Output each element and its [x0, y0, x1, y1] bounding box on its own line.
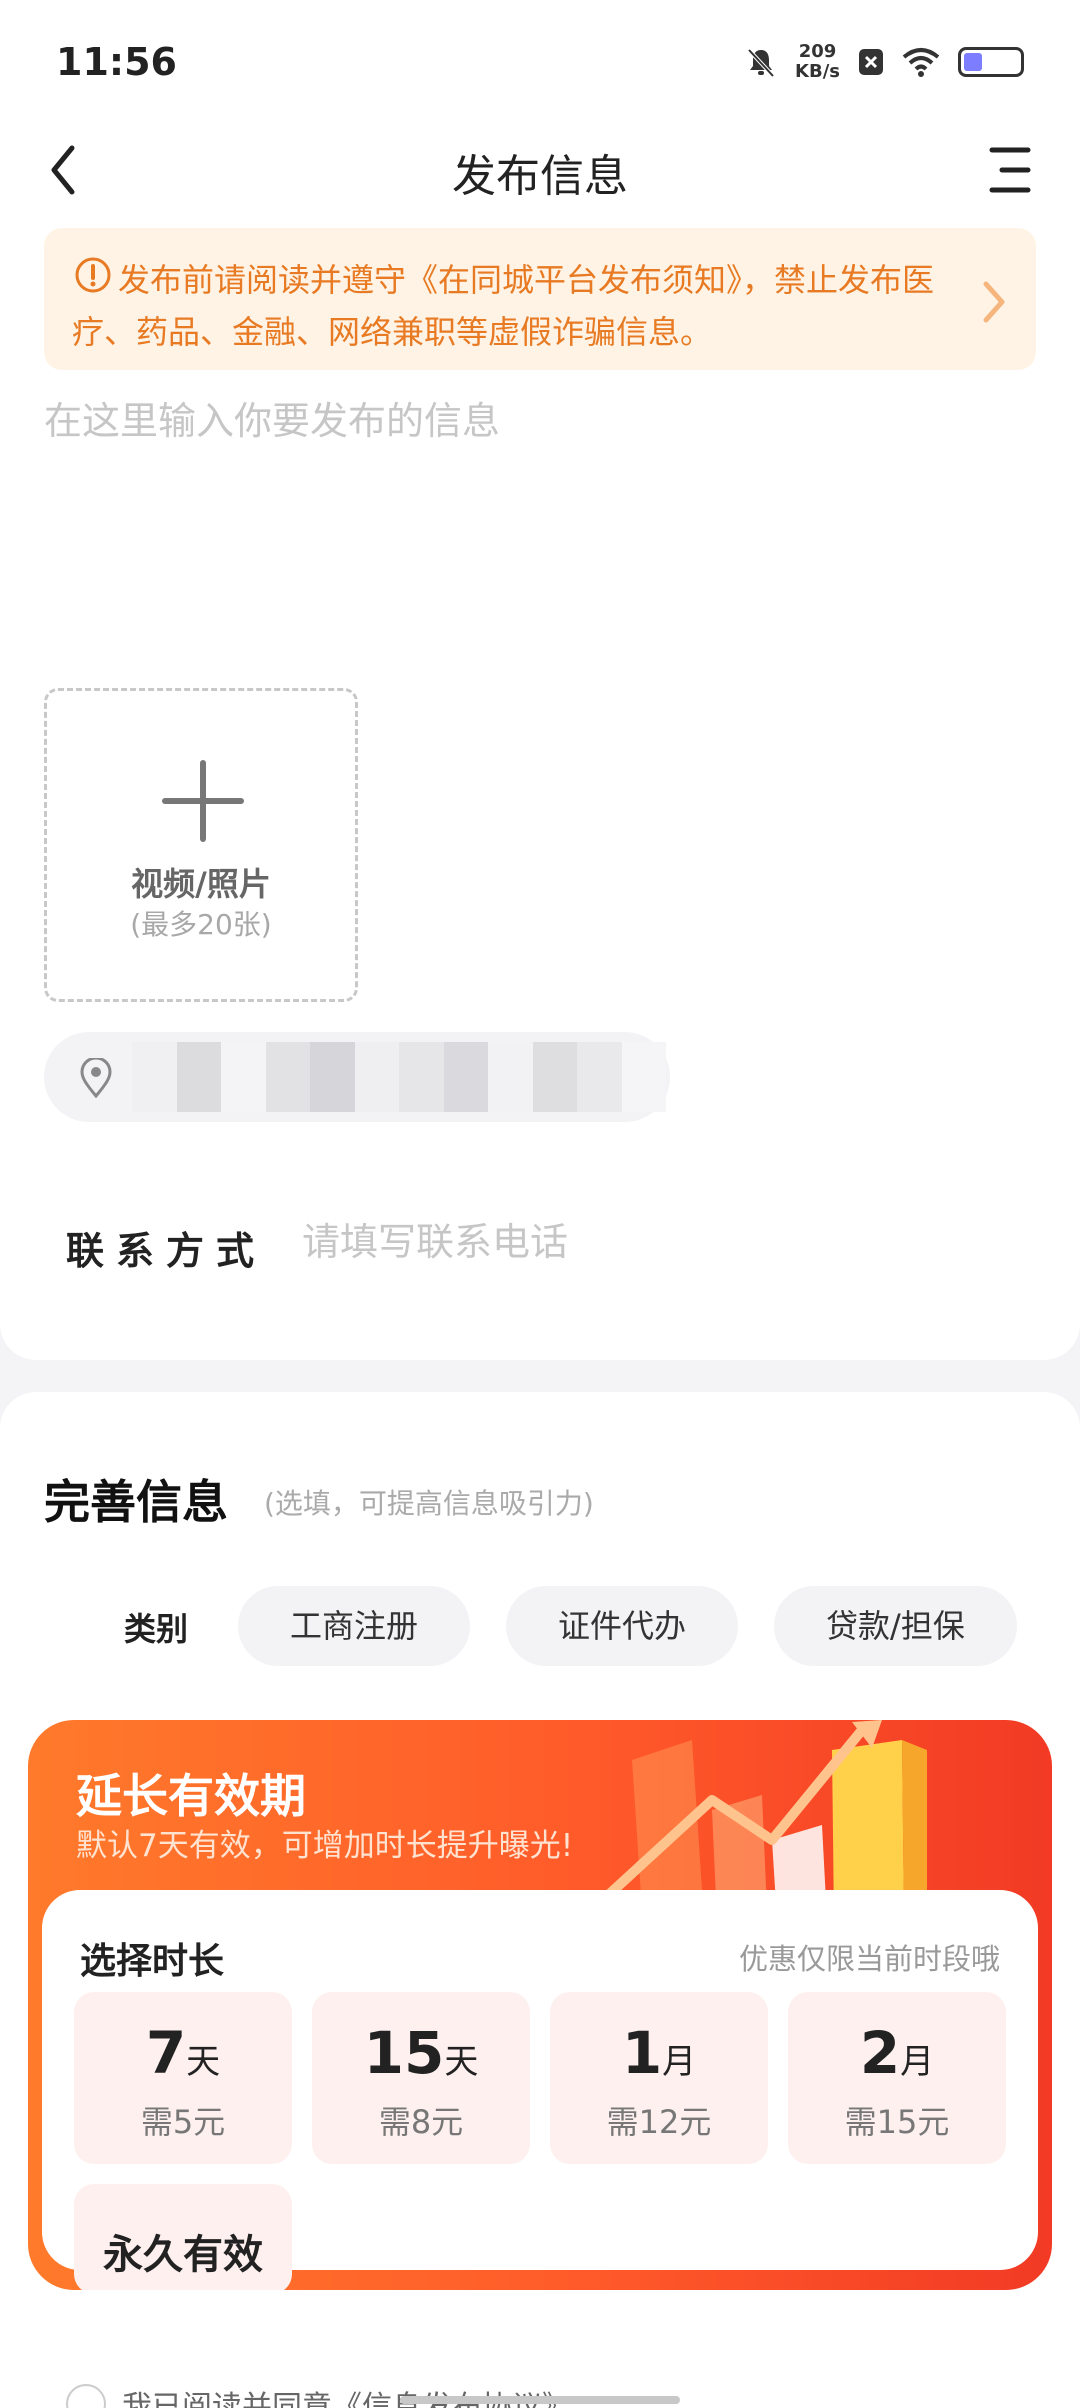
section-title: 完善信息 — [44, 1475, 228, 1529]
duration-price: 需15元 — [844, 2103, 950, 2141]
contact-phone-input[interactable] — [302, 1210, 1002, 1274]
status-time: 11:56 — [56, 40, 177, 84]
notice-text: 发布前请阅读并遵守《在同城平台发布须知》，禁止发布医疗、药品、金融、网络兼职等虚… — [72, 261, 935, 351]
notice-banner[interactable]: 发布前请阅读并遵守《在同城平台发布须知》，禁止发布医疗、药品、金融、网络兼职等虚… — [44, 228, 1036, 370]
status-bar: 11:56 209 KB/s — [0, 0, 1080, 120]
wifi-icon — [902, 48, 940, 77]
duration-panel: 选择时长 优惠仅限当前时段哦 7天 需5元 15天 需8元 1月 需12元 2月… — [42, 1890, 1038, 2290]
duration-price: 需12元 — [606, 2103, 712, 2141]
plus-icon — [162, 760, 244, 842]
upload-label: 视频/照片 — [131, 865, 271, 903]
category-chip[interactable]: 工商注册 — [238, 1586, 471, 1666]
extend-validity-card: 延长有效期 默认7天有效，可增加时长提升曝光! 选择时长 优惠仅限当前时段哦 7… — [28, 1720, 1052, 2290]
media-upload-button[interactable]: 视频/照片 (最多20张) — [44, 688, 358, 1002]
duration-forever-label: 永久有效 — [103, 2232, 263, 2278]
duration-number: 7 — [145, 2019, 187, 2087]
network-speed-value: 209 — [798, 41, 837, 62]
home-indicator[interactable] — [400, 2396, 680, 2404]
duration-option-1-month[interactable]: 1月 需12元 — [550, 1992, 768, 2164]
menu-icon[interactable] — [980, 140, 1040, 200]
agreement-text: 我已阅读并同意《信息发布协议》 — [122, 2390, 572, 2408]
duration-number: 15 — [363, 2019, 445, 2087]
agreement-row[interactable]: 我已阅读并同意《信息发布协议》 — [66, 2382, 572, 2408]
duration-price: 需8元 — [378, 2103, 464, 2141]
category-chip[interactable]: 证件代办 — [506, 1586, 739, 1666]
duration-option-15-days[interactable]: 15天 需8元 — [312, 1992, 530, 2164]
battery-icon — [958, 47, 1024, 77]
upload-hint: (最多20张) — [130, 908, 272, 941]
agreement-radio[interactable] — [66, 2384, 106, 2408]
network-speed-unit: KB/s — [795, 61, 840, 82]
category-chips: 工商注册 证件代办 贷款/担保 — [238, 1586, 1017, 1666]
category-label: 类别 — [124, 1610, 189, 1648]
duration-option-7-days[interactable]: 7天 需5元 — [74, 1992, 292, 2164]
location-selector[interactable]: 吉 — [44, 1032, 670, 1122]
duration-unit: 月 — [900, 2042, 935, 2082]
duration-unit: 月 — [662, 2042, 697, 2082]
network-speed: 209 KB/s — [795, 42, 840, 82]
chevron-right-icon — [983, 281, 1005, 323]
location-pin-icon — [80, 1058, 112, 1098]
sim-x-icon — [859, 49, 883, 75]
duration-unit: 天 — [186, 2042, 221, 2082]
duration-note: 优惠仅限当前时段哦 — [738, 1942, 1000, 1976]
details-card: 完善信息 (选填，可提高信息吸引力) 类别 工商注册 证件代办 贷款/担保 延长… — [0, 1392, 1080, 2408]
contact-label: 联系方式 — [66, 1229, 267, 1273]
promo-title: 延长有效期 — [76, 1769, 306, 1823]
status-icons: 209 KB/s — [745, 42, 1024, 82]
duration-price: 需5元 — [140, 2103, 226, 2141]
duration-number: 1 — [621, 2019, 663, 2087]
location-redacted — [132, 1042, 666, 1112]
page-title: 发布信息 — [452, 151, 628, 202]
duration-options: 7天 需5元 15天 需8元 1月 需12元 2月 需15元 永久有效 — [74, 1992, 1010, 2290]
duration-option-2-months[interactable]: 2月 需15元 — [788, 1992, 1006, 2164]
duration-option-forever[interactable]: 永久有效 — [74, 2184, 292, 2290]
message-input[interactable] — [44, 390, 1034, 650]
duration-number: 2 — [859, 2019, 901, 2087]
category-chip[interactable]: 贷款/担保 — [774, 1586, 1017, 1666]
section-subtitle: (选填，可提高信息吸引力) — [264, 1487, 594, 1520]
duration-title: 选择时长 — [80, 1941, 225, 1982]
navbar: 发布信息 — [0, 120, 1080, 220]
post-form-card: 发布前请阅读并遵守《在同城平台发布须知》，禁止发布医疗、药品、金融、网络兼职等虚… — [0, 220, 1080, 1360]
duration-unit: 天 — [444, 2042, 479, 2082]
mute-bell-icon — [747, 48, 775, 78]
promo-subtitle: 默认7天有效，可增加时长提升曝光! — [76, 1828, 574, 1864]
